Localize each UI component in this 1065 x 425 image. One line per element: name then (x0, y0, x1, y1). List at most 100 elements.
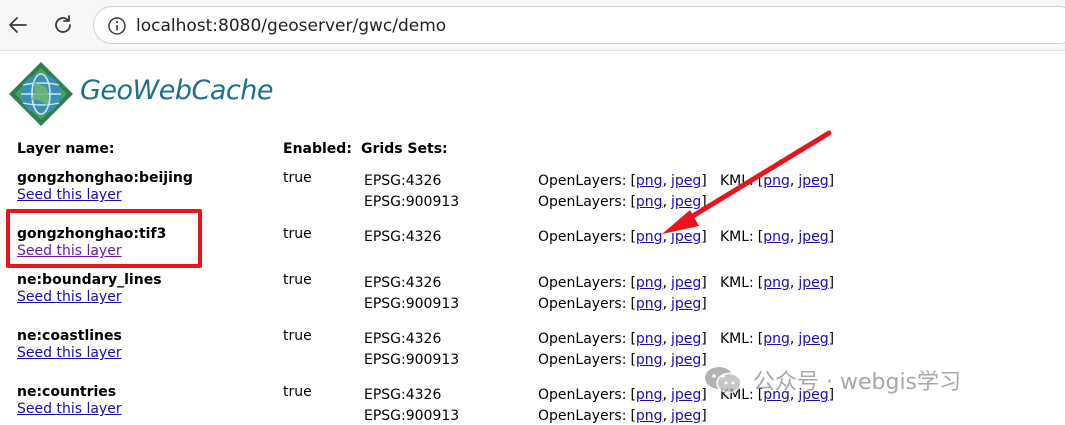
close-bracket: ] (828, 229, 835, 245)
openlayers-links: OpenLayers: [png, jpeg] (538, 408, 707, 425)
openlayers-links: OpenLayers: [png, jpeg] (538, 296, 707, 313)
openlayers-jpeg-link[interactable]: jpeg (671, 387, 701, 403)
grid-set: EPSG:900913 (364, 352, 460, 368)
kml-png-link[interactable]: png (763, 229, 790, 245)
openlayers-png-link[interactable]: png (636, 387, 663, 403)
openlayers-png-link[interactable]: png (636, 408, 663, 424)
kml-png-link[interactable]: png (763, 275, 790, 291)
seed-layer-link[interactable]: Seed this layer (17, 345, 122, 362)
grid-set: EPSG:900913 (364, 408, 460, 424)
logo-text: GeoWebCache (80, 75, 273, 106)
close-bracket: ] (828, 173, 835, 189)
close-bracket: ] (701, 229, 707, 245)
openlayers-label: OpenLayers: (538, 296, 627, 312)
openlayers-jpeg-link[interactable]: jpeg (671, 229, 701, 245)
comma: , (662, 229, 668, 245)
openlayers-label: OpenLayers: (538, 229, 627, 245)
openlayers-png-link[interactable]: png (636, 194, 663, 210)
kml-label: KML: (720, 173, 754, 189)
comma: , (789, 173, 795, 189)
info-icon[interactable] (107, 16, 127, 36)
openlayers-links: OpenLayers: [png, jpeg] (538, 194, 707, 211)
openlayers-jpeg-link[interactable]: jpeg (671, 194, 701, 210)
layer-name: ne:boundary_lines (17, 272, 162, 288)
openlayers-png-link[interactable]: png (636, 331, 663, 347)
seed-layer-link[interactable]: Seed this layer (17, 187, 122, 204)
openlayers-png-link[interactable]: png (636, 296, 663, 312)
arrow-left-icon (9, 17, 27, 33)
openlayers-jpeg-link[interactable]: jpeg (671, 408, 701, 424)
kml-png-link[interactable]: png (763, 173, 790, 189)
kml-jpeg-link[interactable]: jpeg (798, 173, 828, 189)
close-bracket: ] (701, 173, 707, 189)
back-button[interactable] (4, 11, 32, 39)
openlayers-label: OpenLayers: (538, 387, 627, 403)
header-enabled: Enabled: (283, 141, 352, 157)
openlayers-label: OpenLayers: (538, 275, 627, 291)
url-text[interactable]: localhost:8080/geoserver/gwc/demo (136, 16, 446, 36)
layer-name: ne:coastlines (17, 328, 122, 344)
wechat-icon (705, 367, 742, 394)
kml-label: KML: (720, 331, 754, 347)
openlayers-png-link[interactable]: png (636, 229, 663, 245)
comma: , (662, 352, 668, 368)
close-bracket: ] (701, 331, 707, 347)
openlayers-links: OpenLayers: [png, jpeg] (538, 275, 707, 292)
reload-button[interactable] (49, 11, 77, 39)
watermark: 公众号 · webgis学习 (703, 362, 961, 398)
openlayers-label: OpenLayers: (538, 194, 627, 210)
comma: , (789, 229, 795, 245)
kml-links: KML: [png, jpeg] (720, 173, 834, 190)
openlayers-links: OpenLayers: [png, jpeg] (538, 387, 707, 404)
grid-set: EPSG:4326 (364, 387, 442, 403)
seed-layer-link[interactable]: Seed this layer (17, 289, 122, 306)
grid-set: EPSG:4326 (364, 173, 442, 189)
openlayers-jpeg-link[interactable]: jpeg (671, 173, 701, 189)
kml-jpeg-link[interactable]: jpeg (798, 331, 828, 347)
seed-layer-link[interactable]: Seed this layer (17, 401, 122, 418)
kml-png-link[interactable]: png (763, 331, 790, 347)
openlayers-jpeg-link[interactable]: jpeg (671, 331, 701, 347)
openlayers-label: OpenLayers: (538, 331, 627, 347)
close-bracket: ] (701, 296, 707, 312)
address-bar[interactable]: localhost:8080/geoserver/gwc/demo (93, 6, 1065, 44)
geowebcache-logo: GeoWebCache (7, 58, 273, 130)
grid-set: EPSG:4326 (364, 275, 442, 291)
layer-name: ne:countries (17, 384, 117, 400)
openlayers-label: OpenLayers: (538, 352, 627, 368)
enabled-value: true (283, 328, 312, 344)
watermark-text: 公众号 · webgis学习 (753, 370, 962, 395)
openlayers-png-link[interactable]: png (636, 352, 663, 368)
comma: , (789, 331, 795, 347)
layer-name: gongzhonghao:beijing (17, 170, 193, 186)
openlayers-links: OpenLayers: [png, jpeg] (538, 331, 707, 348)
openlayers-png-link[interactable]: png (636, 275, 663, 291)
kml-label: KML: (720, 275, 754, 291)
kml-jpeg-link[interactable]: jpeg (798, 275, 828, 291)
openlayers-links: OpenLayers: [png, jpeg] (538, 173, 707, 190)
comma: , (662, 194, 668, 210)
grid-set: EPSG:900913 (364, 296, 460, 312)
comma: , (662, 173, 668, 189)
comma: , (662, 331, 668, 347)
highlight-box (6, 209, 202, 268)
comma: , (662, 296, 668, 312)
kml-links: KML: [png, jpeg] (720, 331, 834, 348)
openlayers-jpeg-link[interactable]: jpeg (671, 296, 701, 312)
header-layer-name: Layer name: (17, 141, 115, 157)
openlayers-jpeg-link[interactable]: jpeg (671, 352, 701, 368)
kml-links: KML: [png, jpeg] (720, 229, 834, 246)
header-grid-sets: Grids Sets: (361, 141, 448, 157)
comma: , (662, 387, 668, 403)
enabled-value: true (283, 170, 312, 186)
openlayers-png-link[interactable]: png (636, 173, 663, 189)
browser-toolbar: localhost:8080/geoserver/gwc/demo (0, 0, 1065, 51)
enabled-value: true (283, 384, 312, 400)
kml-jpeg-link[interactable]: jpeg (798, 229, 828, 245)
comma: , (662, 275, 668, 291)
kml-label: KML: (720, 229, 754, 245)
close-bracket: ] (701, 275, 707, 291)
openlayers-jpeg-link[interactable]: jpeg (671, 275, 701, 291)
openlayers-label: OpenLayers: (538, 173, 627, 189)
grid-set: EPSG:4326 (364, 229, 442, 245)
